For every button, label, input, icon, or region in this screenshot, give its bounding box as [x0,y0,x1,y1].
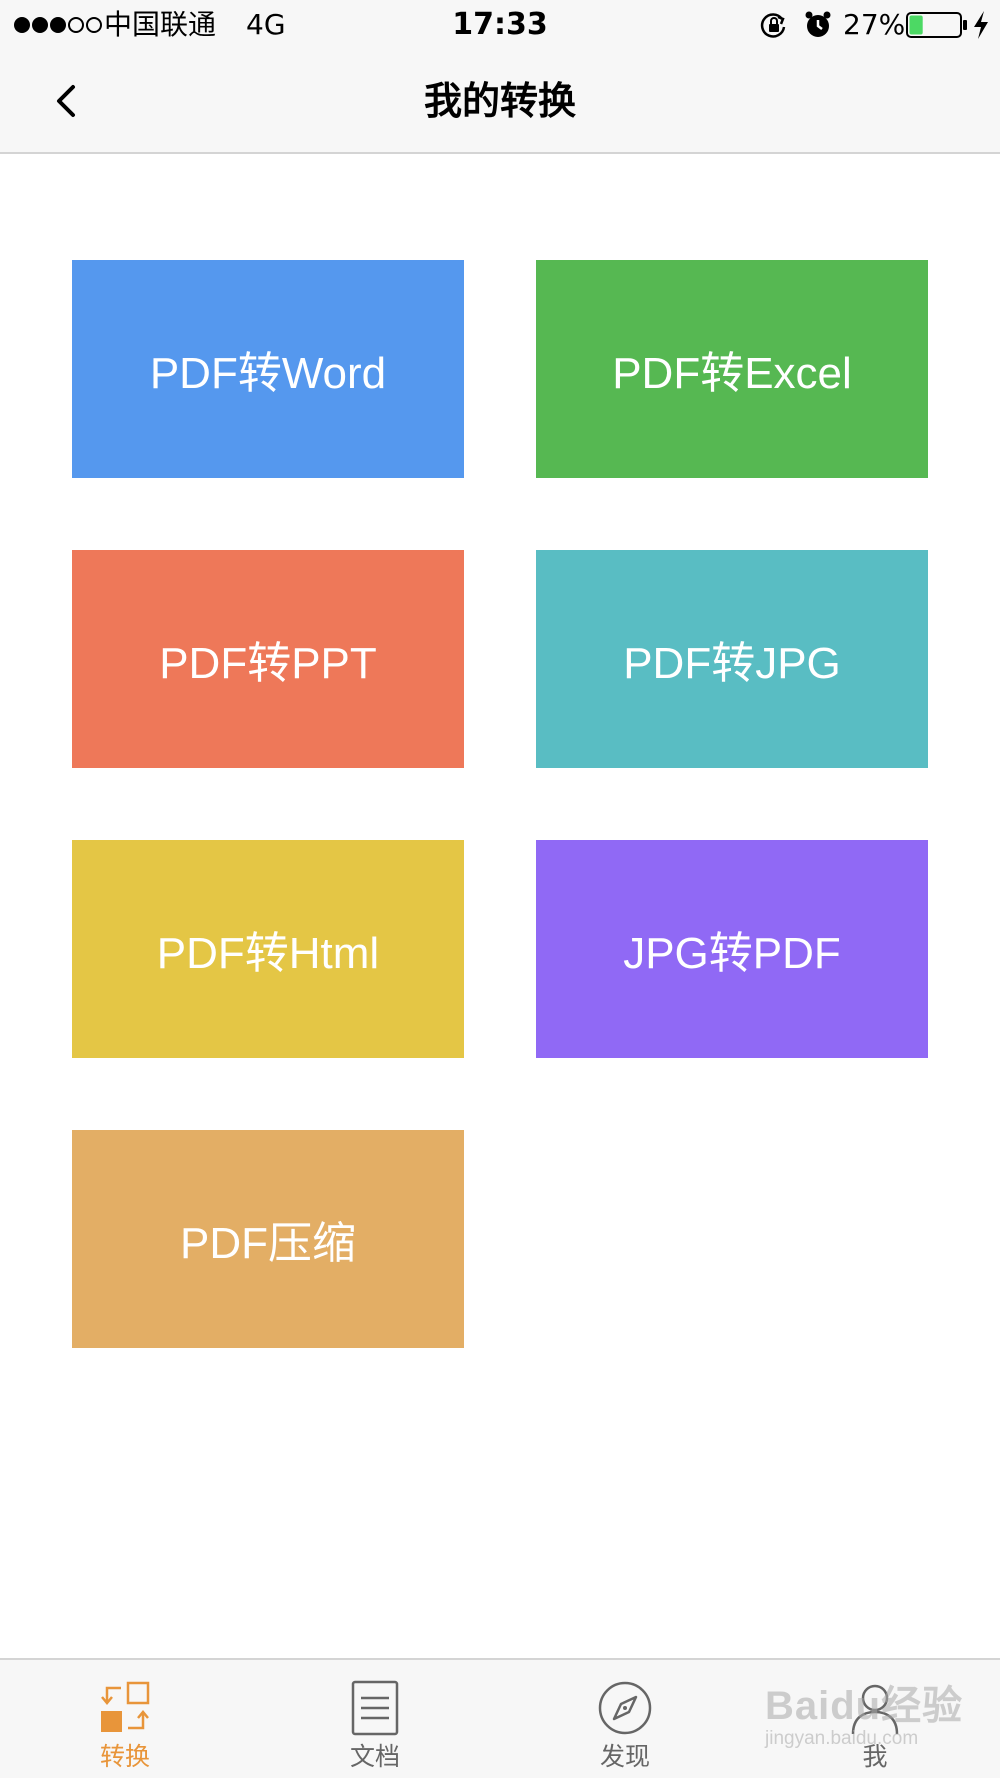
tile-label: PDF转PPT [159,639,377,688]
tile-label: JPG转PDF [623,929,841,978]
convert-icon [101,1681,150,1732]
chevron-left-icon [57,85,75,117]
signal-dot [14,17,30,33]
signal-dot [68,17,84,33]
carrier-name: 中国联通 [104,8,217,41]
tab-label: 文档 [349,1742,400,1771]
battery-percentage: 27% [843,8,906,41]
tile-pdf-to-excel[interactable]: PDF转Excel [536,260,928,478]
tab-label: 转换 [99,1742,150,1771]
tile-pdf-to-ppt[interactable]: PDF转PPT [72,550,464,768]
tile-pdf-compress[interactable]: PDF压缩 [72,1130,464,1348]
status-time: 17:33 [452,7,548,42]
network-type: 4G [246,8,286,41]
tab-label: 发现 [599,1742,650,1771]
tile-label: PDF转JPG [623,639,841,688]
charging-bolt-icon [974,11,988,39]
rotation-lock-icon [760,13,786,38]
tile-pdf-to-html[interactable]: PDF转Html [72,840,464,1058]
tab-profile[interactable]: 我 [750,1660,1000,1778]
tile-pdf-to-jpg[interactable]: PDF转JPG [536,550,928,768]
tile-label: PDF转Excel [612,349,852,398]
signal-dot [50,17,66,33]
tab-bar: 转换 文档 发现 我 [0,1658,1000,1778]
alarm-icon [805,11,831,37]
tile-label: PDF转Html [156,929,380,978]
back-button[interactable] [30,66,100,136]
status-bar: 中国联通 4G 17:33 27% [0,0,1000,50]
compass-icon [598,1681,652,1735]
page-title: 我的转换 [423,79,576,123]
tab-convert[interactable]: 转换 [0,1660,250,1778]
tab-documents[interactable]: 文档 [250,1660,500,1778]
signal-dot [32,17,48,33]
tile-pdf-to-word[interactable]: PDF转Word [72,260,464,478]
tile-label: PDF压缩 [180,1219,356,1268]
battery-icon [906,12,967,38]
tile-jpg-to-pdf[interactable]: JPG转PDF [536,840,928,1058]
document-icon [351,1680,399,1736]
signal-strength [14,16,104,34]
profile-icon [851,1684,899,1735]
nav-bar: 我的转换 [0,50,1000,154]
signal-dot [86,17,102,33]
tile-label: PDF转Word [149,349,387,398]
tab-discover[interactable]: 发现 [500,1660,750,1778]
tab-label: 我 [862,1742,888,1771]
